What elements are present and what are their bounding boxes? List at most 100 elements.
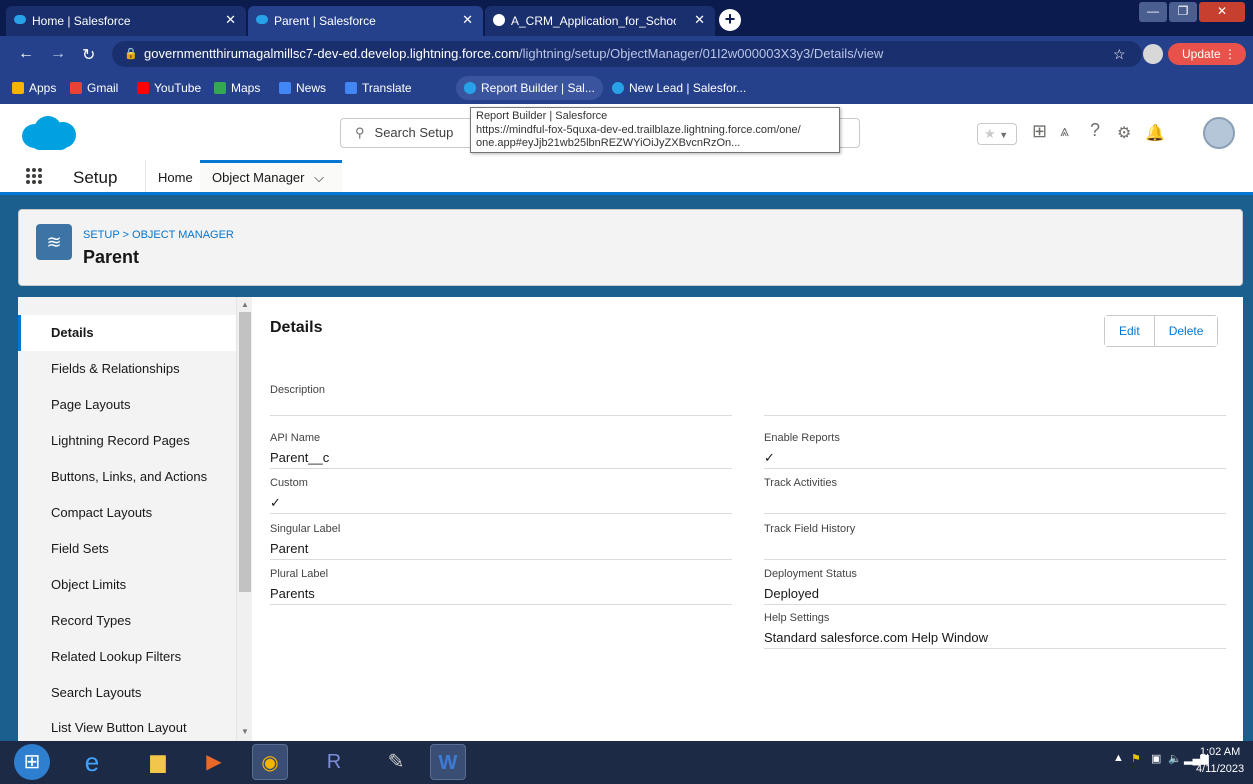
action-center-flag-icon[interactable]: ⚑ <box>1131 752 1141 765</box>
close-tab-icon[interactable]: ✕ <box>694 12 705 28</box>
field-help-settings: Help Settings Standard salesforce.com He… <box>764 610 1226 649</box>
url-path: /lightning/setup/ObjectManager/01I2w0000… <box>519 46 884 61</box>
sidebar-scrollbar[interactable]: ▲ ▼ <box>236 297 252 741</box>
sidebar-item-related-lookup-filters[interactable]: Related Lookup Filters <box>18 639 236 675</box>
bookmark-apps[interactable]: Apps <box>12 81 56 95</box>
bookmark-maps[interactable]: Maps <box>214 81 260 95</box>
scroll-up-icon[interactable]: ▲ <box>241 300 249 309</box>
browser-tab-home[interactable]: Home | Salesforce ✕ <box>6 6 246 36</box>
chevron-down-icon: ▼ <box>999 130 1009 140</box>
url-input[interactable]: 🔒 governmentthirumagalmillsc7-dev-ed.dev… <box>112 41 1142 67</box>
sidebar-item-lightning-record-pages[interactable]: Lightning Record Pages <box>18 423 236 459</box>
bookmark-label: YouTube <box>154 81 202 95</box>
browser-tab-strip: Home | Salesforce ✕ Parent | Salesforce … <box>0 0 1253 36</box>
delete-button[interactable]: Delete <box>1153 316 1218 346</box>
sidebar-item-record-types[interactable]: Record Types <box>18 603 236 639</box>
close-tab-icon[interactable]: ✕ <box>225 12 236 28</box>
network-adapter-icon[interactable]: ▣ <box>1151 752 1161 765</box>
file-explorer-icon[interactable]: ▆ <box>140 744 176 780</box>
chrome-icon[interactable]: ◉ <box>252 744 288 780</box>
sidebar-item-compact-layouts[interactable]: Compact Layouts <box>18 495 236 531</box>
bookmark-label: News <box>296 81 327 95</box>
sidebar-item-page-layouts[interactable]: Page Layouts <box>18 387 236 423</box>
volume-icon[interactable]: 🔈 <box>1168 752 1182 765</box>
breadcrumb[interactable]: SETUP > OBJECT MANAGER <box>83 229 234 241</box>
tab-home[interactable]: Home <box>145 160 205 192</box>
help-icon[interactable]: ? <box>1090 120 1100 141</box>
field-label: Description <box>270 384 326 396</box>
user-avatar[interactable] <box>1203 117 1235 149</box>
sidebar-item-list-view-button-layout[interactable]: List View Button Layout <box>18 711 236 741</box>
scroll-down-icon[interactable]: ▼ <box>241 727 249 736</box>
chevron-down-icon[interactable]: ⌵ <box>314 170 324 185</box>
app-launcher-icon[interactable] <box>26 168 42 184</box>
details-button-group: Edit Delete <box>1104 315 1219 347</box>
bookmark-news[interactable]: News <box>279 81 326 95</box>
edit-button[interactable]: Edit <box>1105 316 1154 346</box>
trailhead-icon[interactable]: ⩓ <box>1060 123 1069 141</box>
gmail-icon <box>70 82 82 94</box>
start-button-icon[interactable]: ⊞ <box>14 744 50 780</box>
field-plural-label: Plural Label Parents <box>270 566 732 605</box>
scrollbar-thumb[interactable] <box>239 312 251 592</box>
field-value: Parent__c <box>270 450 330 465</box>
field-value: Parents <box>270 586 315 601</box>
update-button[interactable]: Update ⋮ <box>1168 43 1246 65</box>
media-player-icon[interactable]: ▶ <box>196 744 232 780</box>
bookmark-label: Report Builder | Sal... <box>481 81 595 95</box>
field-deployment-status: Deployment Status Deployed <box>764 566 1226 605</box>
paint-app-icon[interactable]: ✎ <box>378 744 414 780</box>
browser-tab-parent[interactable]: Parent | Salesforce ✕ <box>248 6 483 36</box>
gear-icon[interactable]: ⚙ <box>1117 123 1131 143</box>
bookmark-tooltip: Report Builder | Salesforce https://mind… <box>470 107 840 153</box>
salesforce-favicon-icon <box>256 15 268 24</box>
checkmark-icon: ✓ <box>764 450 775 465</box>
field-api-name: API Name Parent__c <box>270 430 732 469</box>
system-clock[interactable]: 1:02 AM 4/11/2023 <box>1196 744 1244 778</box>
sidebar-item-field-sets[interactable]: Field Sets <box>18 531 236 567</box>
profile-avatar-icon[interactable] <box>1143 44 1163 64</box>
bookmark-gmail[interactable]: Gmail <box>70 81 118 95</box>
tab-label: Home | Salesforce <box>32 14 131 28</box>
close-tab-icon[interactable]: ✕ <box>462 12 473 28</box>
bookmark-new-lead[interactable]: New Lead | Salesfor... <box>612 81 746 95</box>
field-label: Track Activities <box>764 477 837 489</box>
show-hidden-icons-icon[interactable]: ▲ <box>1113 752 1124 764</box>
sidebar-item-details[interactable]: Details <box>18 315 236 351</box>
new-tab-button[interactable]: + <box>719 9 741 31</box>
bell-icon[interactable]: 🔔 <box>1145 123 1165 143</box>
update-label: Update <box>1182 47 1221 61</box>
field-label: Plural Label <box>270 568 329 580</box>
forward-arrow-icon[interactable]: → <box>50 45 66 63</box>
bookmark-star-icon[interactable]: ☆ <box>1113 46 1126 63</box>
sidebar-item-buttons-links-actions[interactable]: Buttons, Links, and Actions <box>18 459 236 495</box>
back-arrow-icon[interactable]: ← <box>18 45 34 63</box>
browser-tab-crm[interactable]: A_CRM_Application_for_Schools ✕ <box>485 6 715 36</box>
internet-explorer-icon[interactable]: e <box>74 744 110 780</box>
bookmark-label: Apps <box>29 81 57 95</box>
salesforce-logo-icon[interactable] <box>22 116 76 150</box>
bookmark-report-builder[interactable]: Report Builder | Sal... <box>456 76 603 100</box>
reload-icon[interactable]: ↻ <box>82 45 95 65</box>
sidebar-item-object-limits[interactable]: Object Limits <box>18 567 236 603</box>
bookmark-translate[interactable]: Translate <box>345 81 412 95</box>
sidebar-item-search-layouts[interactable]: Search Layouts <box>18 675 236 711</box>
bookmark-youtube[interactable]: YouTube <box>137 81 201 95</box>
lock-icon: 🔒 <box>124 48 138 60</box>
sidebar-item-fields-relationships[interactable]: Fields & Relationships <box>18 351 236 387</box>
bookmark-label: Maps <box>231 81 261 95</box>
global-actions-plus-icon[interactable]: ⊞ <box>1032 121 1047 142</box>
close-window-icon[interactable]: ✕ <box>1199 2 1245 22</box>
tab-object-manager[interactable]: Object Manager ⌵ <box>200 160 342 192</box>
r-app-icon[interactable]: R <box>316 744 352 780</box>
url-host: governmentthirumagalmillsc7-dev-ed.devel… <box>144 46 520 61</box>
minimize-window-icon[interactable]: — <box>1139 2 1167 22</box>
favorites-button[interactable]: ★ ▼ <box>977 123 1017 145</box>
tab-label: Object Manager <box>212 170 305 185</box>
field-custom: Custom ✓ <box>270 475 732 514</box>
field-enable-reports: Enable Reports ✓ <box>764 430 1226 469</box>
salesforce-cloud-icon <box>612 82 624 94</box>
word-icon[interactable]: W <box>430 744 466 780</box>
maximize-window-icon[interactable]: ❐ <box>1169 2 1197 22</box>
field-value: Deployed <box>764 586 819 601</box>
